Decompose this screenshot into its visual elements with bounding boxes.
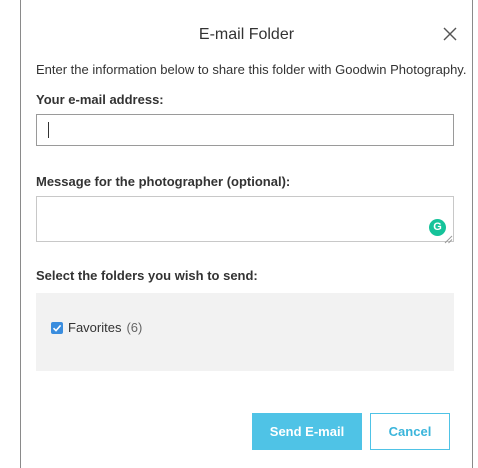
email-label: Your e-mail address: [36, 92, 164, 107]
message-textarea[interactable] [36, 196, 454, 242]
text-caret [48, 122, 49, 138]
email-field[interactable] [36, 114, 454, 146]
resize-grip-icon[interactable] [444, 231, 453, 244]
favorites-checkbox[interactable] [51, 321, 63, 334]
email-folder-dialog: E-mail Folder Enter the information belo… [20, 0, 473, 468]
send-email-button[interactable]: Send E-mail [252, 413, 362, 450]
folder-count: (6) [126, 320, 143, 335]
folder-list: Favorites (6) [36, 293, 454, 371]
cancel-button[interactable]: Cancel [370, 413, 450, 450]
folder-item-favorites[interactable]: Favorites (6) [51, 320, 142, 335]
close-icon[interactable] [442, 26, 458, 42]
dialog-title: E-mail Folder [198, 26, 295, 43]
message-label: Message for the photographer (optional): [36, 174, 291, 189]
folders-label: Select the folders you wish to send: [36, 268, 258, 283]
intro-text: Enter the information below to share thi… [36, 62, 467, 77]
folder-name: Favorites [68, 320, 122, 335]
